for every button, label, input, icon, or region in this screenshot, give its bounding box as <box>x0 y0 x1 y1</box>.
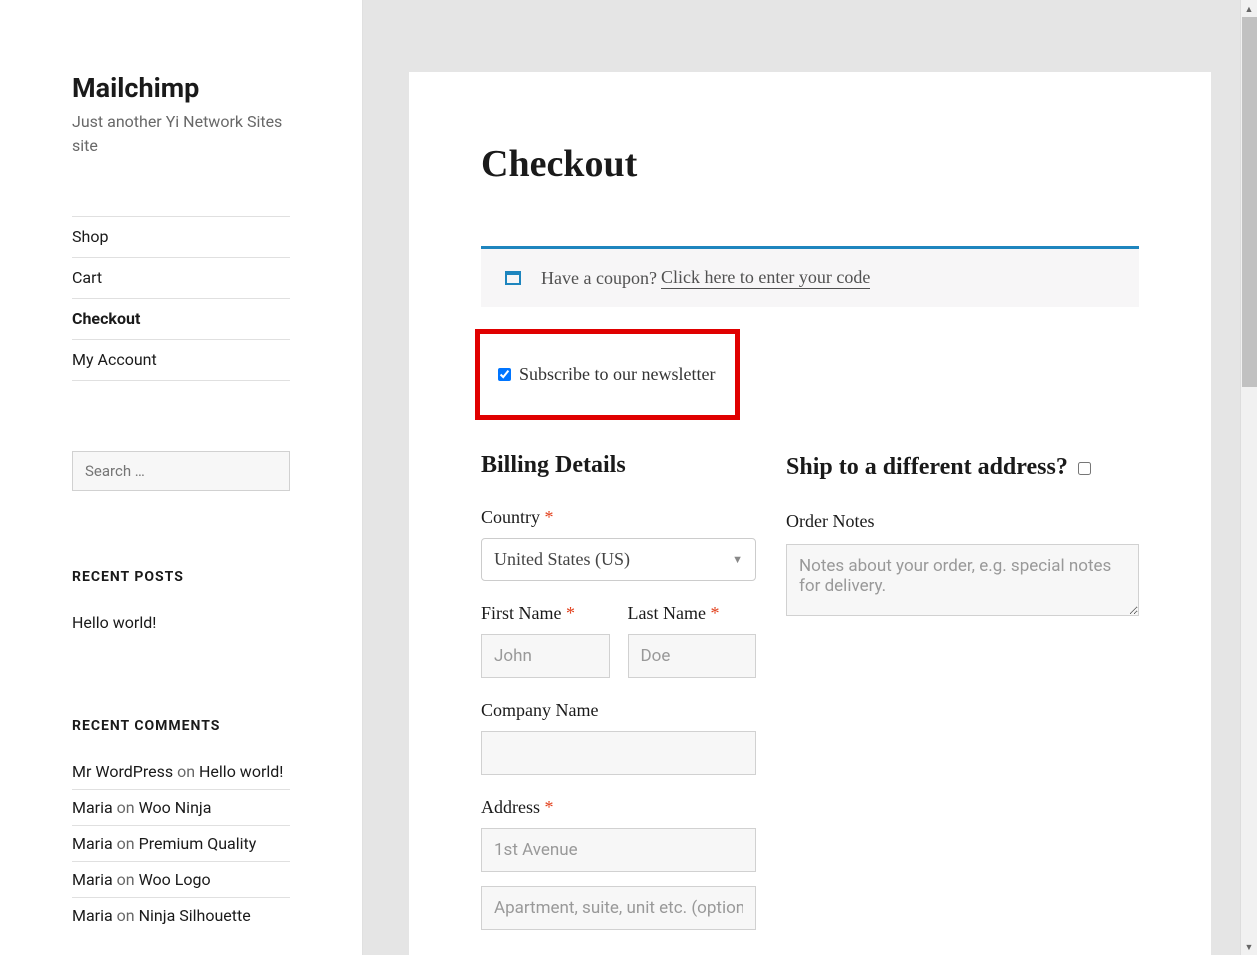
main-area: Checkout Have a coupon? Click here to en… <box>363 0 1257 955</box>
billing-column: Billing Details Country * United States … <box>481 452 756 952</box>
subscribe-highlight: Subscribe to our newsletter <box>475 329 740 420</box>
shipping-heading: Ship to a different address? <box>786 452 1139 483</box>
first-name-input[interactable] <box>481 634 610 678</box>
address2-row <box>481 886 756 930</box>
company-label: Company Name <box>481 700 756 721</box>
recent-comments-list: Mr WordPress on Hello world! Maria on Wo… <box>72 762 290 933</box>
shipping-column: Ship to a different address? Order Notes <box>786 452 1139 952</box>
company-row: Company Name <box>481 700 756 775</box>
sidebar: Mailchimp Just another Yi Network Sites … <box>0 0 363 955</box>
comment-on-text: on <box>113 798 139 817</box>
comment-on-text: on <box>173 762 199 781</box>
scrollbar-thumb[interactable] <box>1242 17 1257 387</box>
page-title: Checkout <box>481 142 1139 186</box>
address-row: Address * <box>481 797 756 872</box>
address1-input[interactable] <box>481 828 756 872</box>
required-asterisk: * <box>566 603 575 623</box>
coupon-notice: Have a coupon? Click here to enter your … <box>481 246 1139 307</box>
last-name-row: Last Name * <box>628 603 757 678</box>
first-name-row: First Name * <box>481 603 610 678</box>
address-label: Address * <box>481 797 756 818</box>
country-value: United States (US) <box>494 549 630 569</box>
comment-author-link[interactable]: Maria <box>72 798 113 817</box>
comment-on-text: on <box>113 834 139 853</box>
nav-item-shop[interactable]: Shop <box>72 227 108 246</box>
comment-post-link[interactable]: Woo Ninja <box>139 798 212 817</box>
subscribe-label: Subscribe to our newsletter <box>519 364 715 385</box>
first-name-label: First Name * <box>481 603 610 624</box>
comment-on-text: on <box>113 906 139 925</box>
required-asterisk: * <box>545 797 554 817</box>
window-icon <box>505 271 521 285</box>
nav-item-cart[interactable]: Cart <box>72 268 102 287</box>
recent-comments-heading: RECENT COMMENTS <box>72 718 290 734</box>
site-title[interactable]: Mailchimp <box>72 72 290 104</box>
order-notes-textarea[interactable] <box>786 544 1139 616</box>
comment-on-text: on <box>113 870 139 889</box>
country-row: Country * United States (US) ▼ <box>481 507 756 581</box>
coupon-text: Have a coupon? <box>541 268 657 289</box>
coupon-link[interactable]: Click here to enter your code <box>661 267 870 289</box>
ship-different-checkbox[interactable] <box>1078 462 1091 475</box>
main-nav: Shop Cart Checkout My Account <box>72 216 290 381</box>
search-box <box>72 451 290 491</box>
scroll-up-arrow-icon[interactable]: ▲ <box>1241 0 1257 17</box>
order-notes-label: Order Notes <box>786 511 1139 532</box>
comment-author-link[interactable]: Maria <box>72 906 113 925</box>
recent-posts-list: Hello world! <box>72 613 290 640</box>
comment-post-link[interactable]: Premium Quality <box>139 834 257 853</box>
last-name-input[interactable] <box>628 634 757 678</box>
billing-heading: Billing Details <box>481 452 756 479</box>
comment-author-link[interactable]: Mr WordPress <box>72 762 173 781</box>
recent-posts-heading: RECENT POSTS <box>72 569 290 585</box>
list-item: Maria on Premium Quality <box>72 826 290 862</box>
nav-item-my-account[interactable]: My Account <box>72 350 157 369</box>
content-card: Checkout Have a coupon? Click here to en… <box>409 72 1211 955</box>
list-item: Maria on Woo Ninja <box>72 790 290 826</box>
country-label: Country * <box>481 507 756 528</box>
scrollbar[interactable]: ▲ ▼ <box>1240 0 1257 955</box>
required-asterisk: * <box>545 507 554 527</box>
country-select[interactable]: United States (US) ▼ <box>481 538 756 581</box>
chevron-down-icon: ▼ <box>732 554 743 566</box>
comment-post-link[interactable]: Ninja Silhouette <box>139 906 251 925</box>
subscribe-row[interactable]: Subscribe to our newsletter <box>498 364 715 385</box>
company-input[interactable] <box>481 731 756 775</box>
scroll-down-arrow-icon[interactable]: ▼ <box>1241 938 1257 955</box>
comment-author-link[interactable]: Maria <box>72 870 113 889</box>
last-name-label: Last Name * <box>628 603 757 624</box>
nav-item-checkout[interactable]: Checkout <box>72 309 140 328</box>
checkout-columns: Billing Details Country * United States … <box>481 452 1139 952</box>
site-tagline: Just another Yi Network Sites site <box>72 110 290 158</box>
subscribe-checkbox[interactable] <box>498 368 511 381</box>
list-item: Maria on Ninja Silhouette <box>72 898 290 933</box>
list-item: Maria on Woo Logo <box>72 862 290 898</box>
comment-author-link[interactable]: Maria <box>72 834 113 853</box>
address2-input[interactable] <box>481 886 756 930</box>
comment-post-link[interactable]: Woo Logo <box>139 870 211 889</box>
list-item: Mr WordPress on Hello world! <box>72 762 290 790</box>
required-asterisk: * <box>710 603 719 623</box>
recent-post-link[interactable]: Hello world! <box>72 613 156 632</box>
comment-post-link[interactable]: Hello world! <box>199 762 283 781</box>
search-input[interactable] <box>72 451 290 491</box>
